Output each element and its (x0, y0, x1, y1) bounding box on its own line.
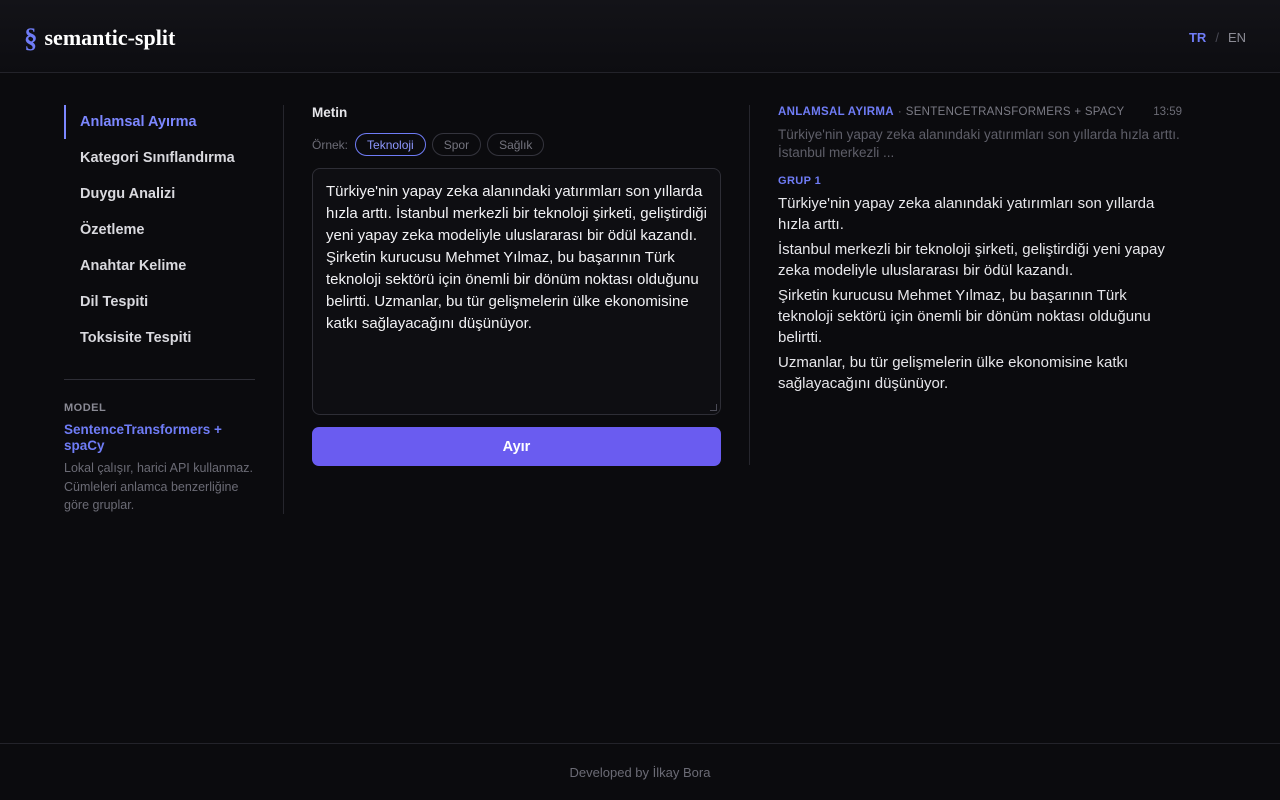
group-sentence: İstanbul merkezli bir teknoloji şirketi,… (778, 241, 1165, 279)
example-chip-sport[interactable]: Spor (431, 133, 482, 156)
group-sentences: Türkiye'nin yapay zeka alanındaki yatırı… (778, 193, 1182, 394)
sidebar-item-semantic-split[interactable]: Anlamsal Ayırma (64, 105, 255, 139)
lang-en-button[interactable]: EN (1228, 30, 1246, 45)
text-input[interactable]: Türkiye'nin yapay zeka alanındaki yatırı… (312, 168, 721, 415)
sidebar-item-summarization[interactable]: Özetleme (64, 213, 255, 247)
sidebar-item-language-detection[interactable]: Dil Tespiti (64, 285, 255, 319)
result-timestamp: 13:59 (1153, 106, 1182, 118)
sidebar-item-keyword[interactable]: Anahtar Kelime (64, 249, 255, 283)
footer-credit: Developed by İlkay Bora (569, 764, 711, 780)
result-model: SENTENCETRANSFORMERS + SPACY (905, 106, 1125, 118)
result-mode: ANLAMSAL AYIRMA (778, 106, 894, 118)
group-label: GRUP 1 (778, 175, 822, 187)
model-description: Lokal çalışır, harici API kullanmaz. Cüm… (64, 461, 253, 512)
sidebar-separator (283, 105, 284, 514)
example-chip-health[interactable]: Sağlık (487, 133, 545, 156)
sidebar-item-category-classification[interactable]: Kategori Sınıflandırma (64, 141, 255, 175)
app-logo[interactable]: § semantic-split (24, 24, 175, 52)
group-sentence: Türkiye'nin yapay zeka alanındaki yatırı… (778, 195, 1155, 233)
section-sign-icon: § (24, 23, 38, 53)
result-panel: ANLAMSAL AYIRMA · SENTENCETRANSFORMERS + S… (778, 105, 1182, 394)
examples-label: Örnek: (312, 137, 349, 152)
group-sentence: Uzmanlar, bu tür gelişmelerin ülke ekono… (778, 354, 1129, 392)
result-header: ANLAMSAL AYIRMA · SENTENCETRANSFORMERS + S… (778, 105, 1182, 119)
resize-handle[interactable] (710, 404, 717, 411)
app-header: § semantic-split TR / EN (0, 0, 1280, 73)
example-chip-technology[interactable]: Teknoloji (355, 133, 426, 156)
example-chips: Örnek: Teknoloji Spor Sağlık (312, 133, 721, 156)
footer: Developed by İlkay Bora (0, 743, 1280, 800)
model-heading: MODEL (64, 402, 107, 414)
group-sentence: Şirketin kurucusu Mehmet Yılmaz, bu başa… (778, 287, 1151, 346)
result-separator (749, 105, 750, 465)
text-field-label: Metin (312, 105, 348, 120)
lang-separator: / (1215, 30, 1219, 45)
sidebar: Anlamsal Ayırma Kategori Sınıflandırma D… (64, 105, 255, 515)
split-button[interactable]: Ayır (312, 427, 721, 466)
language-switcher: TR / EN (1189, 30, 1246, 45)
app-title: semantic-split (44, 25, 176, 50)
editor-panel: Metin Örnek: Teknoloji Spor Sağlık Türki… (312, 105, 721, 466)
lang-tr-button[interactable]: TR (1189, 30, 1206, 45)
sidebar-item-toxicity-detection[interactable]: Toksisite Tespiti (64, 321, 255, 355)
result-preview: Türkiye'nin yapay zeka alanındaki yatırı… (778, 127, 1180, 160)
model-name: SentenceTransformers + spaCy (64, 422, 222, 453)
sidebar-divider (64, 379, 255, 380)
sidebar-item-sentiment-analysis[interactable]: Duygu Analizi (64, 177, 255, 211)
result-dot: · (897, 106, 902, 118)
text-input-value: Türkiye'nin yapay zeka alanındaki yatırı… (326, 183, 707, 332)
